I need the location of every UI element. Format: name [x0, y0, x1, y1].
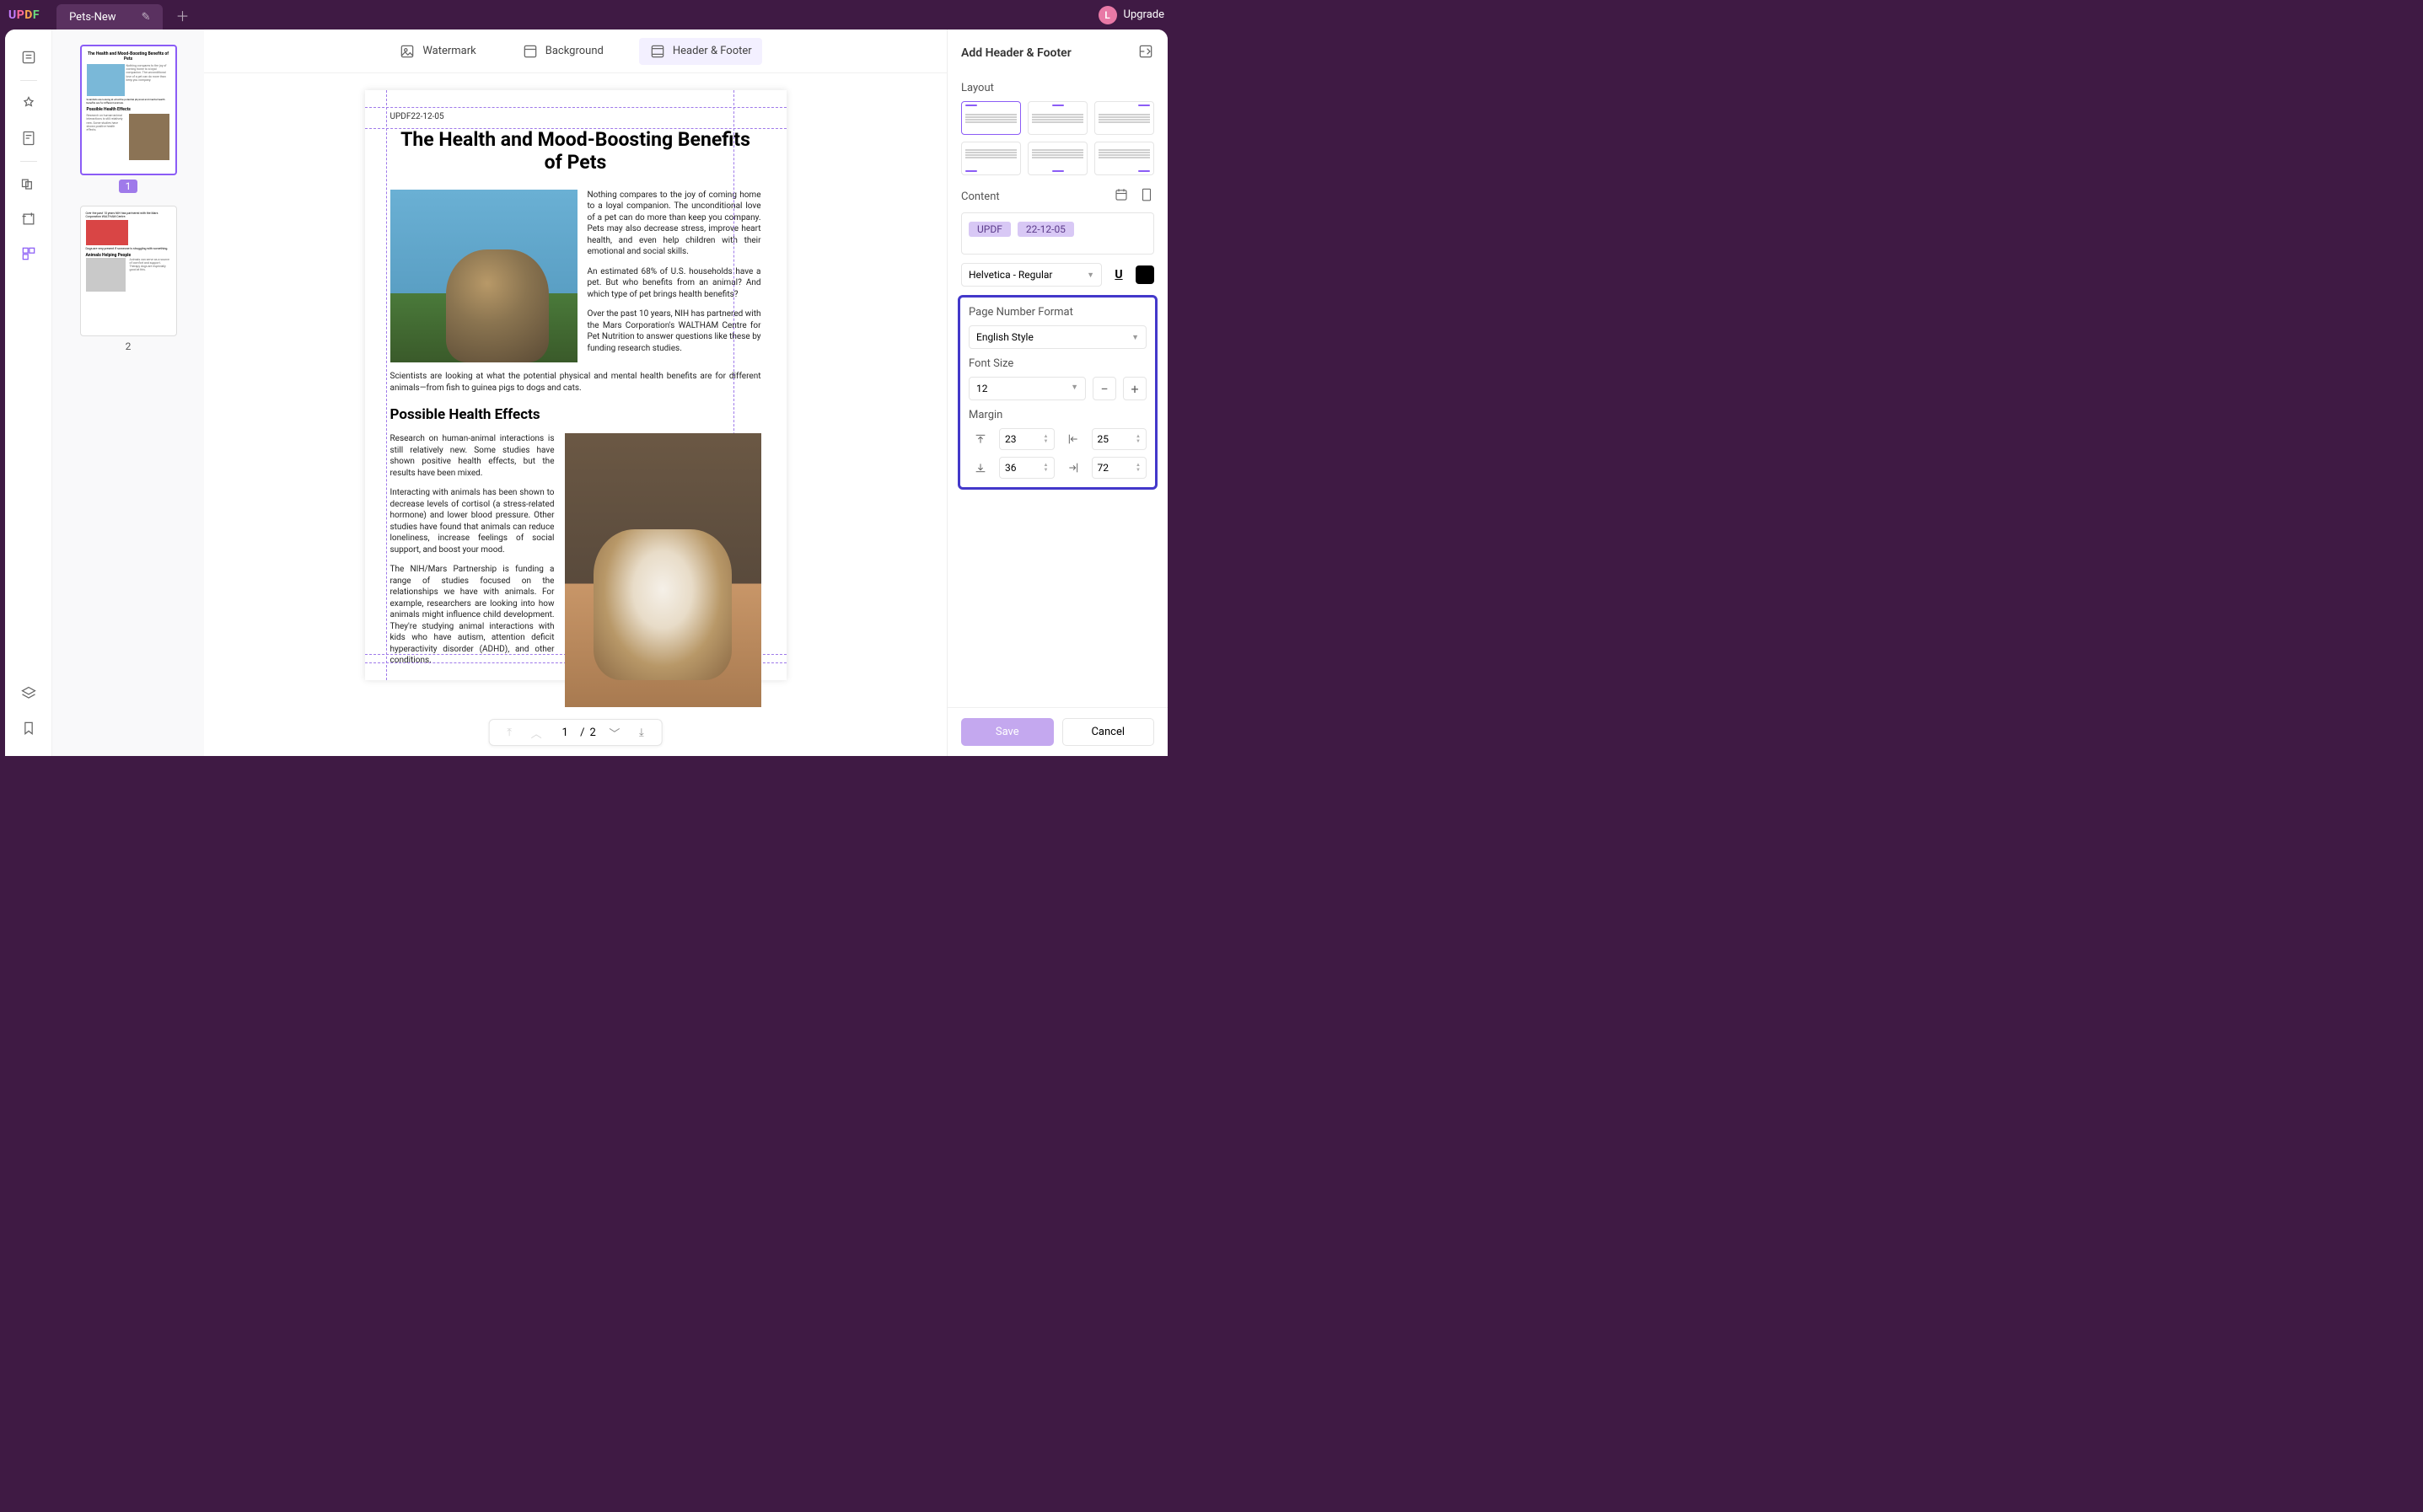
dog-image [565, 433, 761, 707]
organize-tool[interactable] [13, 169, 44, 200]
cat-image [390, 190, 578, 362]
page-navigator: ⤒ ︿ / 2 ﹀ ⤓ [488, 719, 663, 746]
thumbnail-page-2[interactable]: Over the past 10 years NIH has partnered… [80, 206, 177, 336]
thumbnail-page-1[interactable]: The Health and Mood-Boosting Benefits of… [80, 45, 177, 175]
layout-option-2[interactable] [1028, 101, 1088, 135]
insert-page-icon[interactable] [1139, 187, 1154, 206]
paragraph: Over the past 10 years, NIH has partnere… [588, 308, 761, 354]
paragraph: Nothing compares to the joy of coming ho… [588, 190, 761, 258]
page-tools-tool[interactable] [13, 239, 44, 269]
page-sep: / [580, 727, 584, 739]
edit-tool[interactable] [13, 123, 44, 153]
collapse-panel-icon[interactable] [1137, 43, 1154, 63]
margin-top-icon [969, 432, 992, 446]
margin-label: Margin [969, 409, 1147, 421]
document-tab[interactable]: Pets-New ✎ [56, 4, 163, 29]
paragraph: Research on human-animal interactions is… [390, 433, 555, 479]
decrease-font-size-button[interactable]: − [1093, 377, 1116, 400]
app-logo: UPDF [8, 8, 40, 22]
paragraph: An estimated 68% of U.S. households have… [588, 266, 761, 301]
paragraph: Scientists are looking at what the poten… [390, 371, 761, 394]
font-size-select[interactable]: 12▼ [969, 377, 1086, 400]
header-footer-button[interactable]: Header & Footer [639, 38, 762, 65]
next-page-button[interactable]: ﹀ [606, 724, 623, 741]
page-number-format-label: Page Number Format [969, 306, 1147, 319]
chevron-down-icon: ▼ [1087, 271, 1094, 280]
thumbnail-number-1: 1 [119, 180, 138, 193]
margin-left-icon [1061, 432, 1085, 446]
underline-button[interactable]: U [1109, 265, 1129, 285]
layout-option-5[interactable] [1028, 142, 1088, 175]
font-size-label: Font Size [969, 357, 1147, 370]
page-number-format-select[interactable]: English Style▼ [969, 325, 1147, 349]
left-toolstrip [5, 29, 52, 756]
chevron-down-icon: ▼ [1131, 333, 1139, 342]
properties-panel: Add Header & Footer Layout Content UPDF … [947, 29, 1168, 756]
margin-right-icon [1061, 461, 1085, 475]
content-chip-date[interactable]: 22-12-05 [1018, 222, 1074, 237]
thumbnails-panel: The Health and Mood-Boosting Benefits of… [52, 29, 204, 756]
content-chip-updf[interactable]: UPDF [969, 222, 1011, 237]
paragraph: The NIH/Mars Partnership is funding a ra… [390, 564, 555, 667]
content-field[interactable]: UPDF 22-12-05 [961, 212, 1154, 255]
layout-label: Layout [961, 82, 1154, 94]
bookmark-tool[interactable] [13, 713, 44, 743]
stepper-icon[interactable]: ▲▼ [1044, 463, 1049, 473]
stepper-icon[interactable]: ▲▼ [1136, 434, 1141, 444]
insert-date-icon[interactable] [1114, 187, 1129, 206]
margin-bottom-icon [969, 461, 992, 475]
paragraph: Interacting with animals has been shown … [390, 487, 555, 555]
layout-options [961, 101, 1154, 175]
stepper-icon[interactable]: ▲▼ [1044, 434, 1049, 444]
margin-right-input[interactable]: 72▲▼ [1092, 457, 1147, 479]
crop-tool[interactable] [13, 204, 44, 234]
prev-page-button[interactable]: ︿ [528, 724, 545, 741]
titlebar: UPDF Pets-New ✎ ＋ L Upgrade [0, 0, 1173, 29]
stepper-icon[interactable]: ▲▼ [1136, 463, 1141, 473]
reader-tool[interactable] [13, 42, 44, 72]
section-heading: Possible Health Effects [390, 405, 761, 425]
tab-title: Pets-New [69, 11, 116, 24]
watermark-button[interactable]: Watermark [389, 38, 486, 65]
font-color-button[interactable] [1136, 265, 1154, 284]
avatar: L [1099, 6, 1117, 24]
document-page: UPDF22-12-05 The Health and Mood-Boostin… [365, 90, 787, 680]
margin-top-input[interactable]: 23▲▼ [999, 428, 1055, 450]
thumbnail-number-2: 2 [126, 340, 132, 352]
increase-font-size-button[interactable]: + [1123, 377, 1147, 400]
upgrade-label: Upgrade [1124, 8, 1164, 21]
annotate-tool[interactable] [13, 88, 44, 119]
page-total: 2 [590, 727, 596, 739]
new-tab-button[interactable]: ＋ [175, 5, 189, 25]
layout-option-6[interactable] [1094, 142, 1154, 175]
layout-option-4[interactable] [961, 142, 1021, 175]
layout-option-3[interactable] [1094, 101, 1154, 135]
first-page-button[interactable]: ⤒ [501, 724, 518, 741]
page-toolbar: Watermark Background Header & Footer [204, 29, 947, 73]
page-title: The Health and Mood-Boosting Benefits of… [390, 128, 761, 174]
panel-title: Add Header & Footer [961, 46, 1072, 60]
layers-tool[interactable] [13, 678, 44, 709]
last-page-button[interactable]: ⤓ [633, 724, 650, 741]
content-label: Content [961, 190, 1000, 203]
page-number-input[interactable] [555, 727, 575, 739]
background-button[interactable]: Background [512, 38, 614, 65]
upgrade-button[interactable]: L Upgrade [1099, 6, 1164, 24]
font-select[interactable]: Helvetica - Regular▼ [961, 263, 1102, 287]
margin-left-input[interactable]: 25▲▼ [1092, 428, 1147, 450]
cancel-button[interactable]: Cancel [1062, 718, 1155, 746]
chevron-down-icon: ▼ [1071, 383, 1078, 394]
layout-option-1[interactable] [961, 101, 1021, 135]
header-stamp: UPDF22-12-05 [390, 111, 761, 123]
highlighted-settings: Page Number Format English Style▼ Font S… [958, 295, 1158, 490]
edit-tab-icon[interactable]: ✎ [142, 11, 151, 24]
save-button[interactable]: Save [961, 718, 1054, 746]
margin-bottom-input[interactable]: 36▲▼ [999, 457, 1055, 479]
